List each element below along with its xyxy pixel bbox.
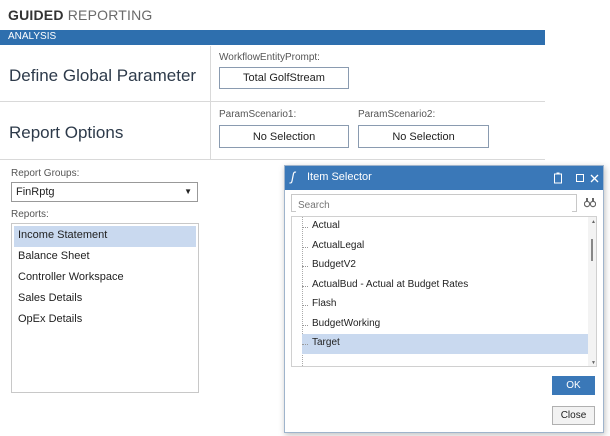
dropdown-arrow-icon: ▼ xyxy=(184,187,192,196)
app-title: GUIDED REPORTING xyxy=(8,7,153,23)
workflow-entity-label: WorkflowEntityPrompt: xyxy=(219,52,320,63)
app-title-light: REPORTING xyxy=(67,7,153,23)
scroll-up-icon[interactable]: ▲ xyxy=(591,219,596,225)
item-flash[interactable]: Flash xyxy=(302,295,590,315)
scrollbar[interactable]: ▲ ▼ xyxy=(588,217,596,366)
item-selector-header[interactable]: ʃ Item Selector xyxy=(285,166,603,190)
item-budgetworking[interactable]: BudgetWorking xyxy=(302,315,590,335)
reports-list: Income Statement Balance Sheet Controlle… xyxy=(11,223,199,393)
param-scenario2-label: ParamScenario2: xyxy=(358,109,436,120)
divider-horizontal-2 xyxy=(0,159,545,160)
report-item-balance-sheet[interactable]: Balance Sheet xyxy=(14,247,196,268)
item-budgetv2[interactable]: BudgetV2 xyxy=(302,256,590,276)
ok-button[interactable]: OK xyxy=(552,376,595,395)
report-groups-label: Report Groups: xyxy=(11,168,80,179)
divider-vertical xyxy=(210,46,211,160)
search-input[interactable] xyxy=(296,198,572,213)
report-groups-value: FinRptg xyxy=(16,186,55,198)
item-actual[interactable]: Actual xyxy=(302,217,590,237)
divider-horizontal-1 xyxy=(0,101,545,102)
close-button[interactable]: Close xyxy=(552,406,595,425)
report-options-label: Report Options xyxy=(9,123,124,142)
param-scenario1-label: ParamScenario1: xyxy=(219,109,297,120)
app-title-bold: GUIDED xyxy=(8,7,64,23)
reports-label: Reports: xyxy=(11,209,49,220)
scrollbar-thumb[interactable] xyxy=(591,239,593,261)
global-param-label: Define Global Parameter xyxy=(9,66,197,85)
report-item-income-statement[interactable]: Income Statement xyxy=(14,226,196,247)
analysis-tab[interactable]: ANALYSIS xyxy=(0,30,545,45)
report-item-controller-workspace[interactable]: Controller Workspace xyxy=(14,268,196,289)
clipboard-icon[interactable] xyxy=(553,172,563,184)
report-item-opex-details[interactable]: OpEx Details xyxy=(14,310,196,331)
item-selector-title: Item Selector xyxy=(307,171,372,183)
app-logo-icon: ʃ xyxy=(291,169,295,184)
report-item-sales-details[interactable]: Sales Details xyxy=(14,289,196,310)
binoculars-icon[interactable] xyxy=(584,197,596,208)
item-actuallegal[interactable]: ActualLegal xyxy=(302,237,590,257)
item-target[interactable]: Target xyxy=(302,334,590,354)
report-groups-select[interactable]: FinRptg ▼ xyxy=(11,182,198,202)
item-selector-dialog: ʃ Item Selector Actual ActualLegal Budge… xyxy=(284,165,604,433)
param-scenario2-button[interactable]: No Selection xyxy=(358,125,489,148)
scroll-down-icon[interactable]: ▼ xyxy=(591,360,596,366)
item-actualbud[interactable]: ActualBud - Actual at Budget Rates xyxy=(302,276,590,296)
maximize-icon[interactable] xyxy=(576,174,585,183)
workflow-entity-button[interactable]: Total GolfStream xyxy=(219,67,349,89)
param-scenario1-button[interactable]: No Selection xyxy=(219,125,349,148)
search-box[interactable] xyxy=(291,194,577,213)
close-icon[interactable] xyxy=(590,174,599,183)
item-list-inner: Actual ActualLegal BudgetV2 ActualBud - … xyxy=(302,217,590,354)
item-list: Actual ActualLegal BudgetV2 ActualBud - … xyxy=(291,216,597,367)
